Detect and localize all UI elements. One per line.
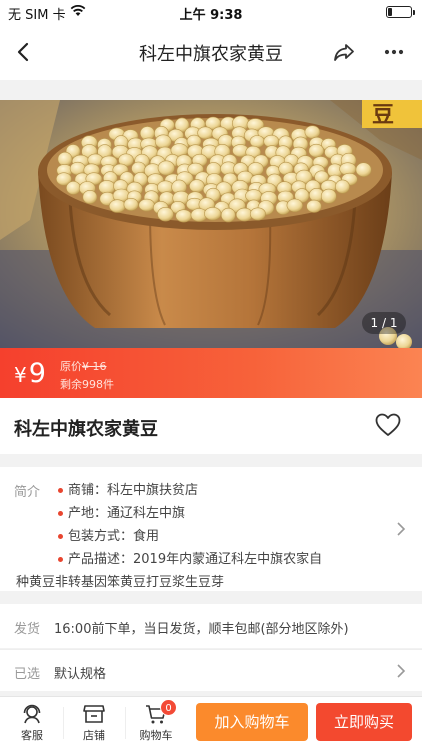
- bottom-action-bar: 客服 店铺 购物车 0 加入购物车 立即购买: [0, 696, 422, 750]
- bullet-dot: [58, 534, 63, 539]
- store-icon: [83, 705, 105, 723]
- product-name: 科左中旗农家黄豆: [14, 419, 158, 440]
- intro-lines: 商铺：科左中旗扶贫店 产地：通辽科左中旗 包装方式：食用 产品描述：2019年内…: [16, 479, 374, 594]
- page-title: 科左中旗农家黄豆: [139, 44, 283, 65]
- add-to-cart-button[interactable]: 加入购物车: [196, 703, 308, 741]
- soybean: [109, 199, 126, 213]
- soybean: [220, 207, 236, 223]
- current-price: ¥9: [14, 358, 46, 389]
- soybean: [197, 126, 214, 140]
- buy-now-button[interactable]: 立即购买: [316, 703, 412, 741]
- intro-line: 商铺：科左中旗扶贫店: [54, 479, 374, 502]
- cart-button[interactable]: 购物车 0: [126, 699, 186, 747]
- bullet-dot: [58, 488, 63, 493]
- intro-line-text: 商铺：科左中旗扶贫店: [68, 483, 199, 498]
- product-image-gallery[interactable]: 豆 1 / 1: [0, 100, 422, 348]
- product-title-block: 科左中旗农家黄豆: [0, 398, 422, 454]
- soybean: [286, 198, 303, 213]
- soybean: [66, 181, 81, 195]
- shop-button[interactable]: 店铺: [64, 701, 124, 747]
- price-value: 9: [28, 358, 46, 389]
- soybean: [57, 151, 73, 167]
- shipping-value: 16:00前下单，当日发货，顺丰包邮(部分地区除外): [54, 622, 349, 637]
- intro-line: 包装方式：食用: [54, 525, 374, 548]
- intro-line-text: 产地：通辽科左中旗: [68, 506, 186, 521]
- chevron-right-icon: [397, 664, 406, 678]
- soybean: [335, 179, 350, 194]
- soybean: [157, 206, 174, 222]
- spec-label: 已选: [14, 667, 41, 682]
- price-bar: ¥9 原价¥ 16 剩余998件: [0, 348, 422, 398]
- heart-icon[interactable]: [374, 411, 402, 439]
- soybean: [189, 179, 205, 193]
- soybean: [249, 207, 266, 221]
- share-icon[interactable]: [330, 38, 358, 66]
- stock-remaining: 剩余998件: [60, 378, 114, 391]
- intro-line: 产地：通辽科左中旗: [54, 502, 374, 525]
- soybean: [308, 143, 325, 158]
- battery-icon: [386, 6, 415, 18]
- bullet-dot: [58, 557, 63, 562]
- bullet-dot: [58, 511, 63, 516]
- product-intro[interactable]: 简介 商铺：科左中旗扶贫店 产地：通辽科左中旗 包装方式：食用 产品描述：201…: [0, 467, 422, 591]
- clock: 上午 9:38: [179, 8, 243, 23]
- intro-line-continuation: 种黄豆非转基因笨黄豆打豆浆生豆芽: [16, 575, 225, 590]
- service-label: 客服: [21, 729, 43, 742]
- intro-line-text: 产品描述：2019年内蒙通辽科左中旗农家自: [68, 552, 323, 567]
- cart-count-badge: 0: [160, 699, 177, 716]
- watermark-text: 豆: [372, 103, 394, 128]
- more-icon[interactable]: [380, 38, 408, 66]
- intro-line: 产品描述：2019年内蒙通辽科左中旗农家自: [54, 548, 374, 571]
- intro-label: 简介: [14, 485, 41, 500]
- soybean: [306, 199, 322, 213]
- soybean: [138, 198, 155, 212]
- soybean: [82, 190, 98, 205]
- soybean: [175, 209, 192, 223]
- chevron-right-icon: [397, 522, 406, 536]
- original-price-label: 原价: [60, 360, 82, 373]
- shipping-row: 发货 16:00前下单，当日发货，顺丰包邮(部分地区除外): [0, 604, 422, 648]
- image-pager: 1 / 1: [362, 312, 406, 334]
- soybean: [154, 134, 172, 149]
- spec-value: 默认规格: [54, 667, 107, 682]
- intro-line-text: 包装方式：食用: [68, 529, 160, 544]
- soybean: [123, 198, 139, 212]
- customer-service-button[interactable]: 客服: [2, 701, 62, 747]
- soybean: [304, 125, 321, 139]
- original-price-value: ¥ 16: [82, 360, 107, 373]
- headset-icon: [23, 704, 41, 724]
- spec-selector[interactable]: 已选 默认规格: [0, 649, 422, 691]
- nav-bar: 科左中旗农家黄豆: [0, 24, 422, 80]
- soybean: [249, 135, 265, 148]
- soybean: [355, 162, 372, 177]
- cart-label: 购物车: [139, 729, 173, 742]
- shop-label: 店铺: [83, 729, 105, 742]
- product-photo: 豆: [0, 100, 422, 348]
- shipping-label: 发货: [14, 622, 41, 637]
- soybean: [204, 206, 222, 221]
- original-price: 原价¥ 16: [60, 358, 107, 374]
- soybean: [320, 188, 337, 204]
- soybean: [157, 160, 175, 176]
- status-bar: 无 SIM 卡 上午 9:38: [0, 0, 422, 24]
- back-arrow-icon[interactable]: [8, 36, 40, 68]
- currency-symbol: ¥: [14, 363, 27, 387]
